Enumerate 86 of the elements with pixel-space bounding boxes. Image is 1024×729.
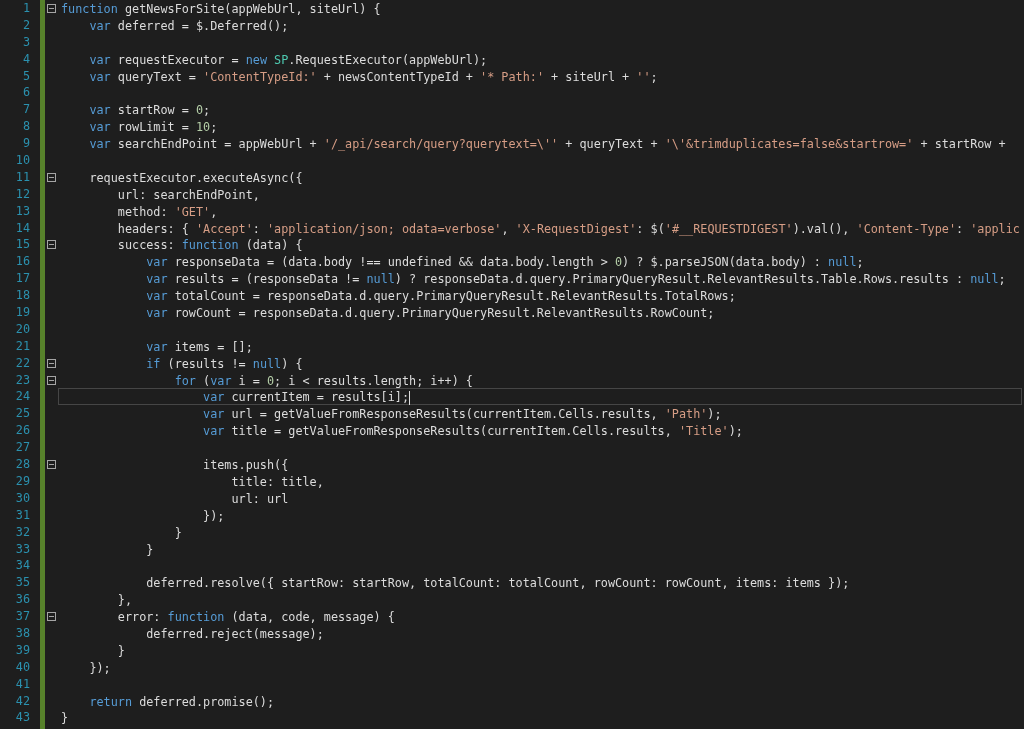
line-number: 25 (14, 405, 30, 423)
collapse-icon[interactable] (47, 172, 56, 182)
code-line: var rowLimit = 10; (88, 119, 219, 136)
line-number: 27 (14, 439, 30, 457)
line-number: 12 (14, 185, 30, 203)
line-number: 7 (21, 101, 30, 119)
collapse-icon[interactable] (47, 375, 56, 385)
line-number: 6 (21, 84, 30, 102)
code-line: return deferred.promise(); (88, 693, 276, 710)
code-line: var searchEndPoint = appWebUrl + '/_api/search/query?querytext=\'' + queryText + '\'&trimduplicates=false&startrow=' + startRow + (88, 136, 1007, 152)
line-number: 5 (21, 67, 30, 85)
code-line: url: searchEndPoint, (116, 186, 261, 203)
code-line: var startRow = 0; (88, 102, 212, 119)
code-line: deferred.resolve({ startRow: startRow, totalCount: totalCount, rowCount: rowCount, items: items }); (145, 575, 851, 592)
code-line: method: 'GET', (116, 203, 219, 220)
line-number: 34 (14, 557, 30, 575)
line-number: 17 (14, 270, 30, 288)
code-line: title: title, (230, 473, 325, 490)
code-line: url: url (230, 490, 290, 507)
line-number: 11 (14, 168, 30, 186)
code-line: var rowCount = responseData.d.query.PrimaryQueryResult.RelevantResults.RowCount; (145, 305, 716, 321)
text-cursor (409, 391, 411, 405)
line-number: 43 (14, 709, 30, 727)
line-number: 3 (21, 33, 30, 51)
code-line: } (145, 541, 155, 558)
line-number: 23 (14, 371, 30, 389)
line-number: 38 (14, 624, 30, 642)
line-number: 31 (14, 506, 30, 524)
code-line: requestExecutor.executeAsync({ (88, 169, 304, 186)
line-number: 21 (14, 337, 30, 355)
line-number: 26 (14, 422, 30, 440)
code-line: }); (202, 507, 226, 524)
line-number: 39 (14, 641, 30, 659)
line-number: 22 (14, 354, 30, 372)
collapse-icon[interactable] (47, 358, 56, 368)
line-number: 1 (21, 0, 30, 17)
collapse-icon[interactable] (47, 460, 56, 469)
line-number: 18 (14, 287, 30, 305)
code-line: var title = getValueFromResponseResults(currentItem.Cells.results, 'Title'); (202, 423, 744, 440)
code-line: } (60, 710, 70, 727)
code-line: var results = (responseData != null) ? responseData.d.query.PrimaryQueryResult.RelevantResults.Table.Rows.results : null; (145, 271, 1007, 288)
code-line: var url = getValueFromResponseResults(currentItem.Cells.results, 'Path'); (202, 406, 723, 423)
line-number: 40 (14, 658, 30, 676)
collapse-icon[interactable] (47, 612, 56, 621)
line-number: 15 (14, 236, 30, 254)
code-line: var responseData = (data.body !== undefined && data.body.length > 0) ? $.parseJSON(data.body) : null; (145, 254, 865, 271)
code-line: function getNewsForSite(appWebUrl, siteUrl) { (60, 1, 382, 17)
line-number: 33 (14, 540, 30, 558)
collapse-icon[interactable] (47, 3, 56, 13)
code-line: error: function (data, code, message) { (116, 609, 396, 625)
code-line: var items = []; (145, 338, 254, 355)
line-number: 30 (14, 489, 30, 507)
line-number: 10 (14, 152, 30, 169)
code-line: var deferred = $.Deferred(); (88, 17, 290, 34)
code-line: headers: { 'Accept': 'application/json; odata=verbose', 'X-RequestDigest': $('#__REQUESTDIGEST').val(), 'Content-Type': 'applic (116, 220, 1021, 237)
code-line: success: function (data) { (116, 237, 304, 254)
line-number: 16 (14, 253, 30, 271)
code-line: var queryText = 'ContentTypeId:' + newsContentTypeId + '* Path:' + siteUrl + ''; (88, 68, 659, 85)
code-line: } (116, 642, 126, 659)
line-number: 24 (14, 388, 30, 406)
code-line: } (173, 524, 183, 541)
line-number: 14 (14, 219, 30, 237)
collapse-icon[interactable] (47, 240, 56, 250)
line-number: 19 (14, 304, 30, 321)
code-line: items.push({ (202, 457, 290, 473)
code-line: for (var i = 0; i < results.length; i++) { (173, 372, 474, 389)
line-number: 36 (14, 591, 30, 609)
code-line: }); (88, 659, 112, 676)
code-line: deferred.reject(message); (145, 625, 325, 642)
code-line: if (results != null) { (145, 355, 304, 372)
line-number: 42 (14, 692, 30, 710)
line-number: 13 (14, 202, 30, 220)
code-line: var totalCount = responseData.d.query.PrimaryQueryResult.RelevantResults.TotalRows; (145, 288, 737, 305)
line-number: 28 (14, 456, 30, 473)
line-number: 2 (21, 16, 30, 34)
line-number: 8 (21, 118, 30, 136)
line-number: 20 (14, 320, 30, 338)
line-number: 37 (14, 608, 30, 625)
line-number: 9 (21, 135, 30, 152)
line-number: 32 (14, 523, 30, 541)
line-number: 35 (14, 574, 30, 592)
code-line: var requestExecutor = new SP.RequestExecutor(appWebUrl); (88, 51, 489, 68)
line-number: 41 (14, 675, 30, 693)
line-number: 29 (14, 472, 30, 490)
line-number: 4 (21, 50, 30, 68)
code-line: }, (116, 592, 134, 609)
